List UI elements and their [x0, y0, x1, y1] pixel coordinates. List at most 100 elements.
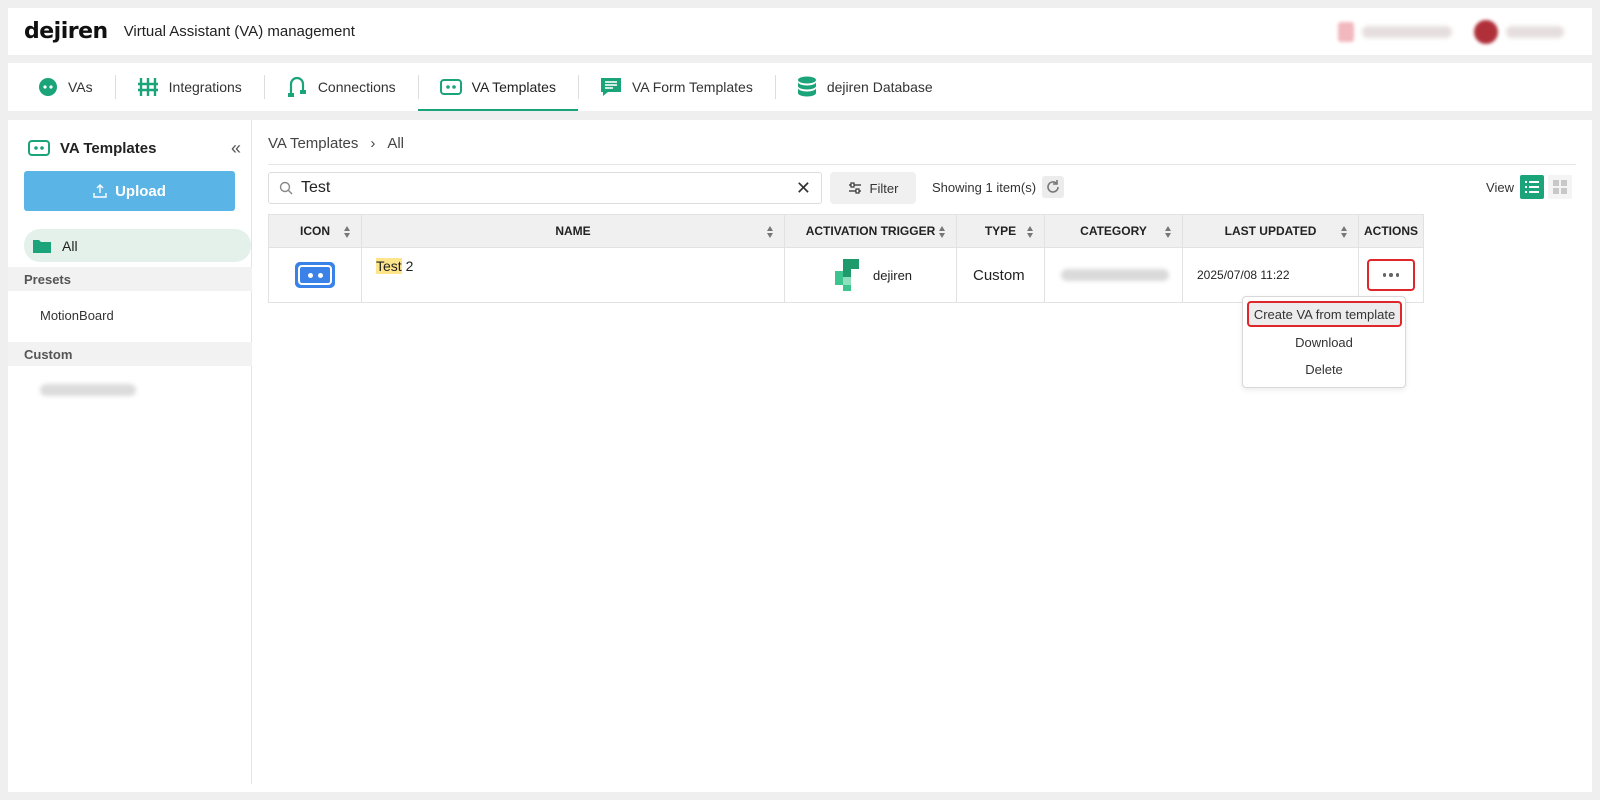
tab-connections[interactable]: Connections	[263, 63, 418, 111]
table-row[interactable]: Test 2 dejiren Custom 2025/07/08 11:22	[269, 248, 1423, 302]
sort-icon[interactable]	[767, 226, 774, 238]
collapse-sidebar-icon[interactable]: «	[231, 138, 241, 159]
breadcrumb-separator: ›	[370, 135, 376, 152]
va-robot-icon	[295, 262, 335, 288]
menu-item-delete[interactable]: Delete	[1243, 362, 1405, 377]
result-count: Showing 1 item(s)	[932, 180, 1037, 195]
main-tab-bar: VAs Integrations Connections VA Template…	[8, 63, 1592, 111]
filter-button[interactable]: Filter	[830, 172, 916, 204]
tab-label: VAs	[68, 79, 93, 95]
sidebar-item-motionboard[interactable]: MotionBoard	[40, 308, 114, 323]
tab-va-form-templates[interactable]: VA Form Templates	[577, 63, 775, 111]
breadcrumb: VA Templates › All	[268, 135, 404, 152]
section-presets: Presets	[8, 267, 252, 291]
more-dot	[1389, 273, 1393, 277]
sidebar-item-custom-category[interactable]	[40, 384, 136, 399]
sort-icon[interactable]	[344, 226, 351, 238]
content-area: VA Templates « Upload All Presets Motion…	[8, 120, 1592, 792]
column-header-activation-trigger[interactable]: ACTIVATION TRIGGER	[785, 215, 957, 247]
sidebar-header: VA Templates	[8, 120, 251, 160]
column-label: ACTIONS	[1364, 224, 1418, 238]
more-dot	[1382, 273, 1387, 277]
column-header-icon[interactable]: ICON	[269, 215, 362, 247]
va-template-icon	[439, 79, 462, 95]
sort-icon[interactable]	[939, 226, 946, 238]
upload-icon	[93, 184, 107, 198]
sidebar-title: VA Templates	[60, 139, 157, 157]
cell-actions	[1359, 248, 1423, 302]
custom-category-redacted	[40, 384, 136, 396]
last-updated-value: 2025/07/08 11:22	[1197, 268, 1290, 282]
header-right	[1338, 20, 1564, 44]
cell-name: Test 2	[362, 248, 785, 302]
search-input[interactable]	[301, 179, 761, 197]
tab-label: Integrations	[168, 79, 242, 95]
actions-menu: Create VA from template Download Delete	[1242, 296, 1406, 388]
trigger-label: dejiren	[873, 267, 913, 283]
user-name-redacted	[1506, 26, 1564, 38]
sidebar-item-all[interactable]: All	[24, 229, 251, 262]
column-label: CATEGORY	[1080, 224, 1147, 238]
organization-selector[interactable]	[1338, 22, 1452, 42]
tab-va-templates[interactable]: VA Templates	[417, 63, 579, 111]
app-title: Virtual Assistant (VA) management	[123, 23, 355, 40]
template-name[interactable]: Test 2	[376, 258, 413, 274]
search-icon	[279, 181, 293, 195]
column-label: ICON	[300, 224, 330, 238]
filter-label: Filter	[869, 180, 899, 196]
type-value: Custom	[973, 266, 1025, 284]
cell-type: Custom	[957, 248, 1045, 302]
column-header-name[interactable]: NAME	[362, 215, 785, 247]
menu-item-download[interactable]: Download	[1243, 335, 1405, 350]
folder-icon	[33, 239, 51, 253]
grid-view-button[interactable]	[1548, 175, 1572, 199]
sidebar-item-label: All	[62, 237, 78, 254]
column-label: LAST UPDATED	[1224, 224, 1317, 238]
tab-dejiren-database[interactable]: dejiren Database	[774, 63, 955, 111]
column-header-type[interactable]: TYPE	[957, 215, 1045, 247]
va-template-icon	[28, 140, 50, 156]
breadcrumb-current: All	[387, 135, 405, 152]
refresh-button[interactable]	[1042, 176, 1064, 198]
database-icon	[797, 76, 816, 97]
column-label: ACTIVATION TRIGGER	[805, 224, 936, 238]
table-header: ICON NAME ACTIVATION TRIGGER TYPE CATEGO…	[269, 215, 1423, 248]
column-header-actions: ACTIONS	[1359, 215, 1423, 247]
main-panel: VA Templates › All ✕ Filter Showing 1 it…	[258, 120, 1592, 784]
view-label: View	[1486, 180, 1514, 195]
integrations-icon	[137, 78, 158, 96]
column-label: NAME	[555, 224, 591, 238]
section-custom: Custom	[8, 342, 252, 366]
sort-icon[interactable]	[1341, 226, 1348, 238]
row-actions-button[interactable]	[1367, 259, 1415, 291]
app-header: dejiren Virtual Assistant (VA) managemen…	[8, 8, 1592, 55]
sort-icon[interactable]	[1027, 226, 1034, 238]
clear-search-icon[interactable]: ✕	[796, 178, 811, 199]
tab-label: dejiren Database	[826, 79, 933, 95]
dejiren-logo[interactable]: dejiren	[24, 19, 108, 44]
menu-item-create-va[interactable]: Create VA from template	[1247, 301, 1402, 327]
more-dot	[1395, 273, 1400, 277]
category-redacted	[1061, 269, 1169, 281]
user-avatar	[1474, 20, 1498, 44]
search-highlight: Test	[376, 258, 402, 274]
upload-button[interactable]: Upload	[24, 171, 235, 211]
tab-label: VA Form Templates	[631, 79, 753, 95]
sort-icon[interactable]	[1165, 226, 1172, 238]
filter-sliders-icon	[848, 182, 861, 194]
tab-vas[interactable]: VAs	[8, 63, 115, 111]
robot-face-icon	[39, 78, 57, 96]
divider	[268, 164, 1576, 165]
breadcrumb-root[interactable]: VA Templates	[268, 135, 358, 152]
refresh-icon	[1047, 180, 1059, 193]
grid-view-icon	[1553, 180, 1567, 194]
column-header-last-updated[interactable]: LAST UPDATED	[1183, 215, 1359, 247]
column-header-category[interactable]: CATEGORY	[1045, 215, 1183, 247]
list-view-button[interactable]	[1520, 175, 1544, 199]
connections-icon	[287, 76, 306, 97]
cell-icon	[269, 248, 362, 302]
dejiren-app-icon	[835, 259, 859, 291]
cell-last-updated: 2025/07/08 11:22	[1183, 248, 1359, 302]
user-menu[interactable]	[1474, 20, 1564, 44]
tab-integrations[interactable]: Integrations	[114, 63, 264, 111]
